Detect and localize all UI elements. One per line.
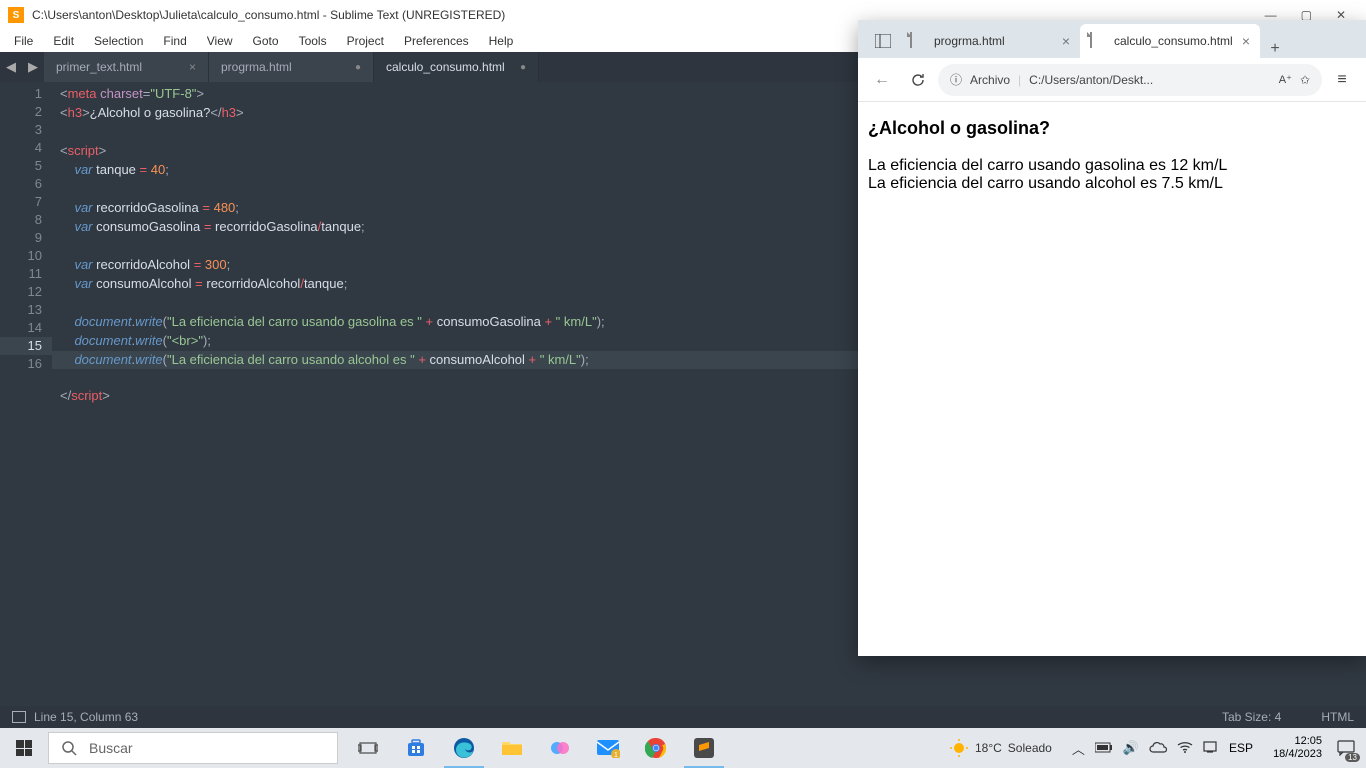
tab-actions-icon[interactable] [866, 24, 900, 58]
tab-close-icon[interactable]: × [1242, 33, 1250, 49]
taskview-icon[interactable] [344, 728, 392, 768]
edge-icon[interactable] [440, 728, 488, 768]
search-icon [61, 740, 77, 756]
menu-goto[interactable]: Goto [243, 32, 289, 50]
windows-taskbar: Buscar 1 18°C Soleado [0, 728, 1366, 768]
menu-tools[interactable]: Tools [289, 32, 337, 50]
menu-edit[interactable]: Edit [43, 32, 84, 50]
document-icon [910, 33, 926, 49]
menu-project[interactable]: Project [337, 32, 394, 50]
notifications-icon[interactable]: 13 [1334, 736, 1358, 760]
mail-icon[interactable]: 1 [584, 728, 632, 768]
svg-text:1: 1 [614, 752, 618, 758]
favorite-icon[interactable]: ✩ [1300, 73, 1310, 87]
edge-tab-progrma[interactable]: progrma.html × [900, 24, 1080, 58]
system-tray[interactable]: ︿ 🔊 [1072, 739, 1217, 758]
menu-help[interactable]: Help [479, 32, 524, 50]
tab-close-icon[interactable]: × [1062, 33, 1070, 49]
copilot-icon[interactable] [536, 728, 584, 768]
menu-file[interactable]: File [4, 32, 43, 50]
sublime-statusbar: Line 15, Column 63 Tab Size: 4 HTML [0, 706, 1366, 728]
taskbar-search[interactable]: Buscar [48, 732, 338, 764]
menu-find[interactable]: Find [153, 32, 196, 50]
refresh-button[interactable] [902, 64, 934, 96]
onedrive-icon[interactable] [1149, 741, 1167, 756]
edge-toolbar: ← ⓘ Archivo | C:/Users/anton/Deskt... A⁺… [858, 58, 1366, 102]
line-gutter: 12345678910111213141516 [0, 82, 52, 706]
sidebar-toggle-icon[interactable] [12, 711, 26, 723]
weather-widget[interactable]: 18°C Soleado [949, 738, 1052, 758]
volume-icon[interactable]: 🔊 [1123, 740, 1139, 756]
screen-snip-icon[interactable] [1203, 741, 1217, 756]
tab-nav-arrows[interactable]: ◀ ▶ [0, 59, 44, 75]
sun-icon [949, 738, 969, 758]
reader-mode-icon[interactable]: A⁺ [1279, 73, 1292, 86]
tab-close-icon[interactable]: × [189, 60, 196, 74]
address-bar[interactable]: ⓘ Archivo | C:/Users/anton/Deskt... A⁺ ✩ [938, 64, 1322, 96]
new-tab-button[interactable]: + [1260, 40, 1290, 58]
wifi-icon[interactable] [1177, 741, 1193, 756]
tab-size[interactable]: Tab Size: 4 [1222, 710, 1281, 724]
menu-preferences[interactable]: Preferences [394, 32, 479, 50]
edge-tabbar: progrma.html × calculo_consumo.html × + [858, 20, 1366, 58]
cursor-position: Line 15, Column 63 [34, 710, 138, 724]
document-icon [1090, 33, 1106, 49]
collections-icon[interactable]: ≡ [1326, 64, 1358, 96]
tab-calculo-consumo[interactable]: calculo_consumo.html [374, 52, 539, 82]
page-content: ¿Alcohol o gasolina? La eficiencia del c… [858, 102, 1366, 656]
clock[interactable]: 12:05 18/4/2023 [1273, 735, 1322, 761]
start-button[interactable] [0, 728, 48, 768]
tab-prev-icon[interactable]: ◀ [6, 59, 16, 75]
chevron-up-icon[interactable]: ︿ [1072, 739, 1085, 758]
menu-selection[interactable]: Selection [84, 32, 153, 50]
tab-progrma[interactable]: progrma.html [209, 52, 374, 82]
back-button[interactable]: ← [866, 64, 898, 96]
tab-primer-text[interactable]: primer_text.html × [44, 52, 209, 82]
output-line-1: La eficiencia del carro usando gasolina … [868, 157, 1356, 175]
syntax-mode[interactable]: HTML [1321, 710, 1354, 724]
sublime-app-icon: S [8, 7, 24, 23]
edge-window: progrma.html × calculo_consumo.html × + … [858, 20, 1366, 656]
chrome-icon[interactable] [632, 728, 680, 768]
menu-view[interactable]: View [197, 32, 243, 50]
windows-logo-icon [16, 740, 32, 756]
info-icon[interactable]: ⓘ [950, 71, 962, 88]
battery-icon[interactable] [1095, 741, 1113, 756]
page-heading: ¿Alcohol o gasolina? [868, 118, 1356, 139]
output-line-2: La eficiencia del carro usando alcohol e… [868, 175, 1356, 193]
file-explorer-icon[interactable] [488, 728, 536, 768]
edge-tab-calculo[interactable]: calculo_consumo.html × [1080, 24, 1260, 58]
microsoft-store-icon[interactable] [392, 728, 440, 768]
tab-next-icon[interactable]: ▶ [28, 59, 38, 75]
sublime-taskbar-icon[interactable] [680, 728, 728, 768]
language-indicator[interactable]: ESP [1229, 741, 1253, 755]
